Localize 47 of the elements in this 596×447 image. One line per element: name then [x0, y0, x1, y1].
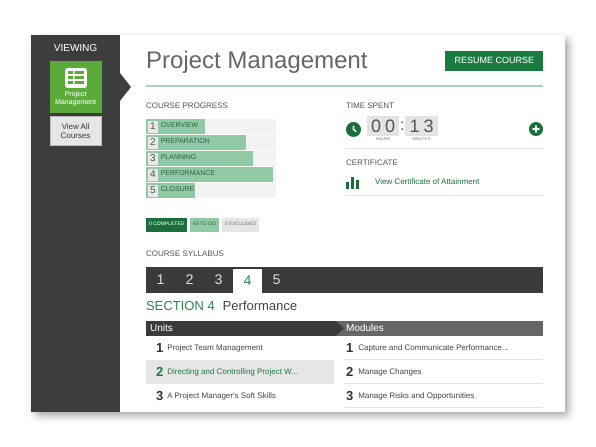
module-title: Manage Risks and Opportunities [358, 390, 474, 402]
unit-title: Directing and Controlling Project W... [167, 366, 298, 378]
stage-number: 1 [148, 120, 158, 132]
module-row[interactable]: 1 Capture and Communicate Performance... [344, 336, 543, 360]
module-title: Capture and Communicate Performance... [358, 342, 509, 354]
minutes-digits: 13 [405, 116, 438, 136]
module-title: Manage Changes [358, 366, 422, 378]
module-row[interactable]: 3 Manage Risks and Opportunities [344, 384, 543, 408]
stage-number: 3 [148, 152, 158, 164]
unit-row[interactable]: 3 A Project Manager's Soft Skills [146, 384, 334, 408]
unit-row[interactable]: 2 Directing and Controlling Project W... [146, 360, 334, 384]
syllabus-tab[interactable]: 1 [146, 266, 175, 292]
view-all-courses-button[interactable]: View All Courses [50, 116, 102, 146]
sidebar-heading: VIEWING [54, 42, 98, 56]
stage-number: 2 [148, 136, 158, 148]
stage-number: 5 [148, 184, 158, 196]
bar-chart-icon [346, 175, 360, 189]
stage-number: 4 [148, 168, 158, 180]
module-row[interactable]: 2 Manage Changes [344, 360, 543, 384]
certificate-link[interactable]: View Certificate of Attainment [375, 176, 480, 188]
unit-row[interactable]: 1 Project Team Management [146, 336, 334, 360]
section-title: Performance [222, 296, 298, 314]
time-separator: : [399, 116, 406, 136]
syllabus-tab[interactable]: 2 [175, 266, 204, 292]
section-label: SECTION 4 [146, 296, 215, 314]
section-heading: COURSE PROGRESS [146, 100, 229, 112]
module-number: 2 [346, 362, 354, 381]
unit-number: 2 [156, 363, 164, 382]
unit-number: 3 [156, 387, 164, 406]
resume-course-button[interactable]: RESUME COURSE [445, 51, 543, 71]
table-icon [64, 67, 88, 89]
clock-icon [346, 122, 361, 136]
unit-number: 1 [156, 339, 164, 358]
section-heading: TIME SPENT [346, 100, 396, 112]
unit-title: A Project Manager's Soft Skills [167, 390, 276, 402]
add-icon[interactable] [529, 122, 543, 136]
module-number: 3 [346, 386, 354, 405]
unit-title: Project Team Management [167, 342, 263, 354]
course-title: Project Management [146, 46, 368, 76]
hours-digits: 00 [367, 116, 400, 136]
syllabus-tab[interactable]: 3 [204, 266, 233, 292]
section-heading: CERTIFICATE [346, 157, 399, 169]
modules-header: Modules [344, 321, 543, 336]
section-heading: COURSE SYLLABUS [146, 248, 225, 260]
syllabus-tab[interactable]: 5 [262, 266, 291, 292]
syllabus-tab[interactable]: 4 [233, 266, 262, 292]
module-number: 1 [346, 338, 354, 357]
